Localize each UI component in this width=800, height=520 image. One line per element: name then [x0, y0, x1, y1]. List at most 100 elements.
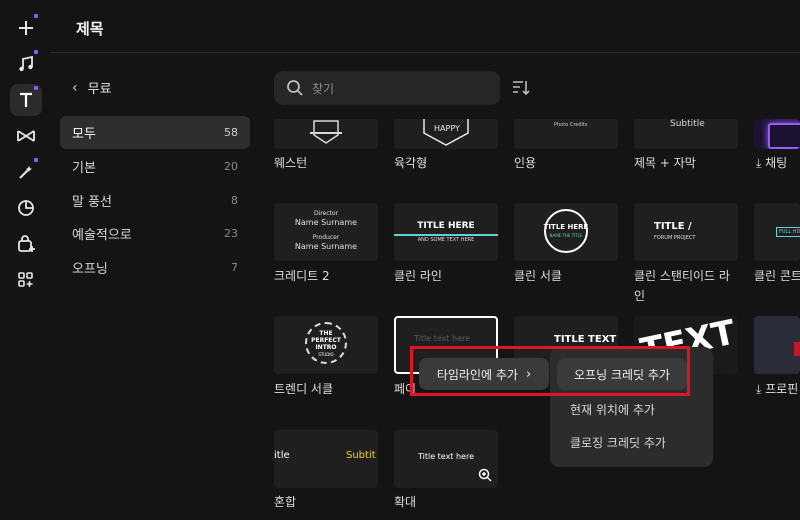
circle-sub: NAME THE TITLE: [549, 233, 583, 238]
trendy-line: STUDIO: [318, 352, 334, 357]
credits-role: Producer: [312, 234, 340, 241]
template-label: 클린 라인: [394, 269, 442, 283]
template-thumb-clean-line[interactable]: TITLE HERE AND SOME TEXT HERE: [394, 203, 498, 261]
category-artistic[interactable]: 예술적으로 23: [60, 217, 250, 250]
tool-rail: [0, 0, 50, 520]
template-label: 크레디트 2: [274, 269, 330, 283]
mix-left-text: itle: [274, 450, 290, 461]
menu-item-add-at-current-position[interactable]: 현재 위치에 추가: [570, 401, 655, 418]
music-note-icon: [19, 55, 33, 72]
back-button[interactable]: ‹ 무료: [72, 78, 112, 98]
mix-right-text: Subtit: [346, 450, 376, 461]
standing-title: TITLE /: [654, 221, 692, 232]
standing-sub: FORUM PROJECT: [654, 235, 696, 241]
highlight-outline: [410, 346, 690, 396]
store-button[interactable]: [10, 228, 42, 260]
sticker-button[interactable]: [10, 192, 42, 224]
effects-icon: [19, 166, 32, 179]
trendy-line: THE: [319, 330, 333, 337]
category-count: 8: [231, 194, 238, 207]
quote-thumb-text: Photo Credits: [554, 122, 588, 128]
chevron-left-icon: ‹: [72, 79, 78, 96]
effects-button[interactable]: [10, 156, 42, 188]
panel-header: 제목: [50, 0, 800, 53]
category-label: 예술적으로: [72, 228, 132, 243]
template-label: 혼합: [274, 495, 297, 509]
profile-accent: [794, 342, 800, 356]
category-label: 모두: [72, 127, 96, 142]
template-label: 제목 + 자막: [634, 156, 696, 170]
third-thumb-title: TITLE TEXT II: [554, 334, 618, 345]
template-label: 트렌디 서클: [274, 382, 334, 396]
template-thumb-hexagon[interactable]: HAPPY: [394, 119, 498, 149]
menu-item-add-closing-credits[interactable]: 클로징 크레딧 추가: [570, 434, 666, 451]
template-label: 인용: [514, 156, 537, 170]
template-thumb-title-subtitle[interactable]: Subtitle: [634, 119, 738, 149]
template-thumb-chat[interactable]: [754, 119, 800, 149]
credits-name: Name Surname: [294, 242, 358, 251]
template-label-download: ⤓ 프로핀: [756, 379, 800, 399]
category-label: 말 풍선: [72, 195, 113, 210]
contrast-thumb-text: FULL HD: [776, 227, 800, 237]
template-thumb-trendy-circle[interactable]: THE PERFECT INTRO STUDIO: [274, 316, 378, 374]
add-media-button[interactable]: [10, 12, 42, 44]
hexagon-thumb-text: HAPPY: [434, 124, 460, 133]
category-count: 7: [231, 261, 238, 274]
template-thumb-clean-circle[interactable]: TITLE HERE NAME THE TITLE: [514, 203, 618, 261]
template-thumb-zoom[interactable]: Title text here: [394, 430, 498, 488]
trendy-line: INTRO: [315, 344, 337, 351]
zoom-in-icon[interactable]: [478, 468, 492, 482]
circle-title: TITLE HERE: [543, 223, 589, 231]
sort-button[interactable]: [511, 79, 531, 101]
transition-button[interactable]: [10, 120, 42, 152]
circle-ring: [544, 209, 588, 253]
bag-plus-icon: [18, 235, 35, 252]
template-label-text: 프로핀: [765, 382, 799, 396]
search-input[interactable]: 찾기: [312, 80, 334, 97]
page-title: 제목: [76, 20, 104, 38]
template-thumb-western[interactable]: [274, 119, 378, 149]
category-opening[interactable]: 오프닝 7: [60, 251, 250, 284]
template-thumb-credits-2[interactable]: Director Name Surname Producer Name Surn…: [274, 203, 378, 261]
template-label-text: 채팅: [765, 156, 788, 170]
template-thumb-profile[interactable]: [754, 316, 800, 374]
trendy-line: PERFECT: [311, 337, 341, 344]
text-button[interactable]: [10, 84, 42, 116]
template-label: 클린 스탠티이드 라인: [634, 269, 730, 303]
category-all[interactable]: 모두 58: [60, 116, 250, 149]
category-count: 23: [224, 227, 238, 240]
category-count: 58: [224, 126, 238, 139]
template-thumb-quote[interactable]: Photo Credits: [514, 119, 618, 149]
category-sidebar: ‹ 무료 모두 58 기본 20 말 풍선 8 예술적으로 23 오프닝 7: [50, 52, 255, 520]
credits-name: Name Surname: [294, 218, 358, 227]
search-icon: [287, 80, 303, 96]
clean-line-sub: AND SOME TEXT HERE: [417, 237, 475, 243]
audio-button[interactable]: [10, 48, 42, 80]
category-count: 20: [224, 160, 238, 173]
clean-line-title: TITLE HERE: [417, 221, 475, 231]
template-thumb-clean-standing[interactable]: TITLE / FORUM PROJECT: [634, 203, 738, 261]
template-label: 웨스턴: [274, 156, 308, 170]
category-speech-bubble[interactable]: 말 풍선 8: [60, 184, 250, 217]
category-label: 기본: [72, 161, 96, 176]
category-basic[interactable]: 기본 20: [60, 150, 250, 183]
western-badge-icon: [310, 120, 342, 144]
apps-button[interactable]: [10, 264, 42, 296]
template-thumb-clean-contrast[interactable]: FULL HD: [754, 203, 800, 261]
template-label: 클린 서클: [514, 269, 562, 283]
fade-thumb-text: Title text here: [414, 334, 471, 343]
download-icon: ⤓: [756, 156, 762, 170]
subtitle-thumb-text: Subtitle: [670, 119, 705, 129]
template-label: 클린 콘트: [754, 269, 800, 283]
transition-icon: [17, 130, 35, 142]
template-label-download: ⤓ 채팅: [756, 153, 800, 173]
search-box[interactable]: 찾기: [274, 71, 500, 105]
apps-plus-icon: [18, 272, 33, 287]
sticker-icon: [18, 200, 34, 216]
text-icon: [20, 92, 32, 107]
download-icon: ⤓: [756, 382, 762, 396]
template-thumb-mix[interactable]: itle Subtit: [274, 430, 378, 488]
plus-icon: [19, 21, 33, 35]
clean-line-divider: [394, 234, 498, 236]
template-label: 육각형: [394, 156, 428, 170]
